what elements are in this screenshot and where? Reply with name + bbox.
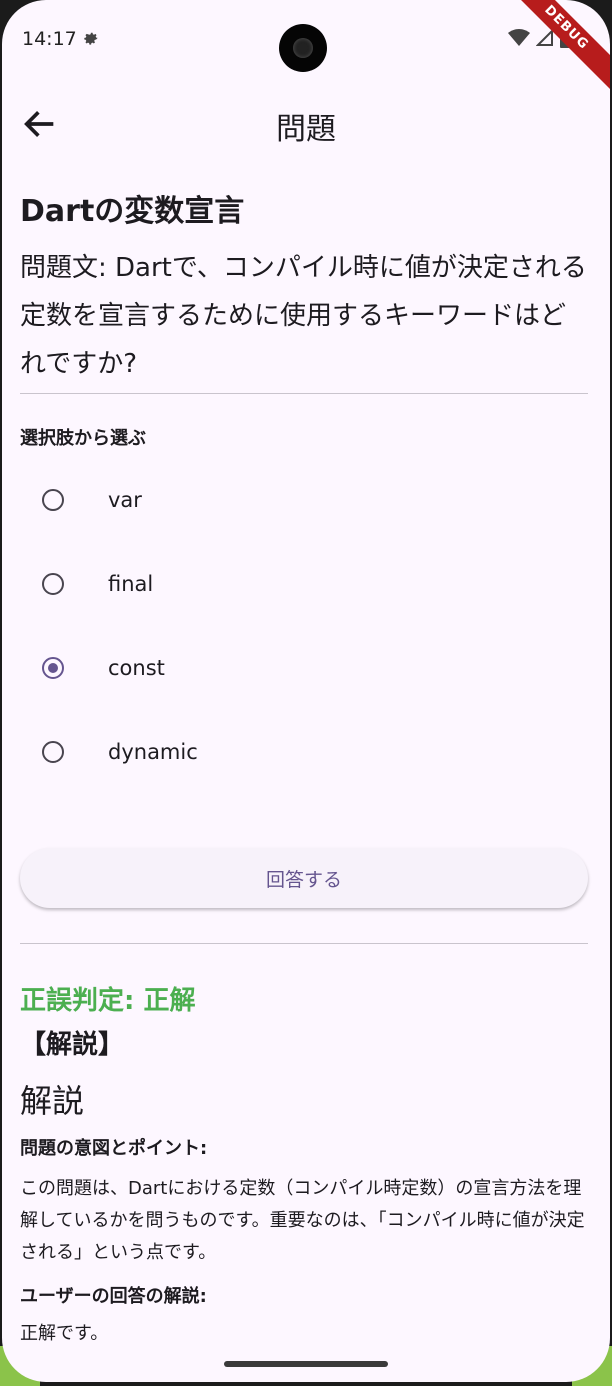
status-time: 14:17 <box>22 28 77 50</box>
divider <box>20 393 588 394</box>
wifi-icon <box>508 29 530 46</box>
debug-banner: DEBUG <box>493 0 610 101</box>
question-text: 問題文: Dartで、コンパイル時に値が決定される定数を宣言するために使用するキ… <box>20 253 587 379</box>
user-answer-heading: ユーザーの回答の解説: <box>20 1286 207 1307</box>
divider <box>20 943 588 944</box>
app-bar: 問題 <box>2 90 610 160</box>
option-final[interactable]: final <box>42 554 542 614</box>
intent-text: この問題は、Dartにおける定数（コンパイル時定数）の宣言方法を理解しているかを… <box>20 1178 585 1263</box>
option-label: dynamic <box>108 740 198 764</box>
option-var[interactable]: var <box>42 470 542 530</box>
radio-button[interactable] <box>42 741 64 763</box>
option-label: const <box>108 656 165 680</box>
option-dynamic[interactable]: dynamic <box>42 722 542 782</box>
radio-button[interactable] <box>42 489 64 511</box>
status-bar: 14:17 DEBUG <box>2 0 610 101</box>
intent-heading: 問題の意図とポイント: <box>20 1138 208 1159</box>
front-camera <box>279 24 327 72</box>
choices-label: 選択肢から選ぶ <box>20 428 146 449</box>
question-title: Dartの変数宣言 <box>20 194 245 229</box>
option-label: final <box>108 572 154 596</box>
settings-gear-icon <box>84 32 98 45</box>
explanation-title: 解説 <box>20 1082 85 1120</box>
radio-button-selected[interactable] <box>42 657 64 679</box>
cell-signal-icon <box>536 29 553 46</box>
app-bar-title: 問題 <box>276 112 336 147</box>
option-label: var <box>108 488 142 512</box>
explanation-heading: 【解説】 <box>20 1030 125 1060</box>
submit-answer-button[interactable]: 回答する <box>20 848 588 908</box>
question-section: Dartの変数宣言 問題文: Dartで、コンパイル時に値が決定される定数を宣言… <box>20 190 588 388</box>
user-answer-text: 正解です。 <box>20 1323 109 1344</box>
radio-button[interactable] <box>42 573 64 595</box>
option-const[interactable]: const <box>42 638 542 698</box>
judgement-result: 正誤判定: 正解 <box>20 986 196 1016</box>
phone-screen: 14:17 DEBUG 問題 Dartの変数宣言 問題文: Dartで、コンパイ… <box>2 0 610 1382</box>
home-indicator[interactable] <box>224 1361 388 1367</box>
